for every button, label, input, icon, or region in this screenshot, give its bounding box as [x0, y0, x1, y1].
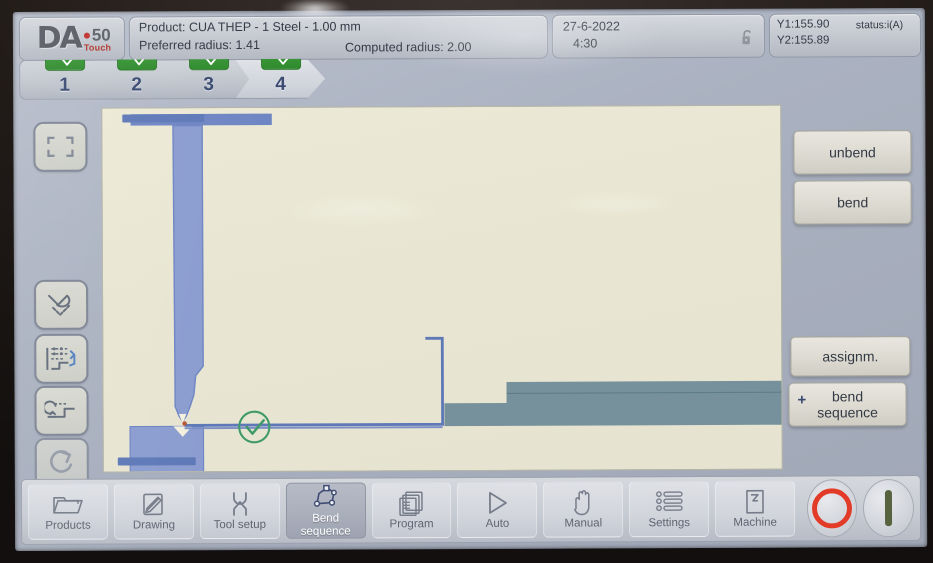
bend-step-tab-3-label: 3 — [203, 74, 214, 96]
taskbar-item-auto[interactable]: Auto — [457, 481, 538, 539]
start-button[interactable] — [863, 479, 915, 538]
unbend-button[interactable]: unbend — [793, 130, 912, 175]
bottom-taskbar: Products Drawing Tool setup Bend sequenc… — [20, 475, 922, 545]
sheet-metal-part — [184, 336, 445, 427]
play-triangle-icon — [484, 489, 510, 517]
taskbar-label-tool-setup: Tool setup — [213, 519, 267, 532]
product-info-panel[interactable]: Product: CUA THEP - 1 Steel - 1.00 mm Pr… — [128, 14, 549, 61]
taskbar-item-machine[interactable]: Machine — [715, 480, 796, 537]
taskbar-label-program: Program — [389, 518, 434, 531]
punch-tool — [172, 124, 204, 423]
y2-value: Y2:155.89 — [776, 34, 830, 47]
stacked-pages-icon — [397, 490, 425, 518]
assignment-button[interactable]: assignm. — [790, 336, 911, 377]
sheet-underside — [184, 426, 443, 430]
bend-step-tab-2-label: 2 — [131, 74, 142, 96]
datetime-panel[interactable]: 27-6-2022 4:30 — [551, 13, 766, 59]
bend-button[interactable]: bend — [793, 180, 912, 225]
logo-dot-icon — [83, 32, 90, 39]
bend-sequence-label-line1: bend — [831, 388, 864, 405]
right-action-panel: unbend bend assignm. + bend sequence — [787, 104, 917, 470]
bend-sequence-label-line2: sequence — [817, 404, 878, 421]
taskbar-item-drawing[interactable]: Drawing — [113, 483, 194, 540]
left-tool-strip — [27, 108, 99, 488]
taskbar-item-program[interactable]: Program — [371, 482, 452, 539]
taskbar-label-machine: Machine — [733, 517, 777, 530]
preferred-radius: Preferred radius: 1.41 — [138, 37, 260, 53]
hand-icon — [570, 489, 596, 517]
work-area: unbend bend assignm. + bend sequence — [27, 104, 917, 488]
taskbar-label-settings: Settings — [648, 517, 691, 530]
bend-simulation-canvas[interactable] — [101, 104, 783, 473]
bend-step-detail-icon[interactable] — [34, 333, 89, 384]
machine-screen: DA 50 Touch Product: CUA THEP - 1 Steel … — [12, 8, 928, 551]
ram-rail-top — [122, 114, 205, 123]
taskbar-label-products: Products — [45, 520, 91, 533]
bend-step-tab-1-label: 1 — [59, 74, 70, 96]
current-date: 27-6-2022 — [562, 19, 620, 34]
press-brake-side-view — [129, 113, 782, 472]
pencil-page-icon — [141, 491, 167, 519]
machine-page-icon — [743, 488, 767, 516]
brand-logo: DA 50 Touch — [18, 16, 126, 61]
taskbar-label-manual: Manual — [564, 517, 603, 531]
taskbar-item-products[interactable]: Products — [27, 483, 109, 540]
bend-step-tabs: 1 2 3 4 — [19, 59, 307, 100]
taskbar-item-manual[interactable]: Manual — [543, 481, 624, 538]
taskbar-label-bend-sequence: Bend sequence — [300, 513, 351, 538]
contact-point-marker — [182, 421, 187, 426]
current-time: 4:30 — [572, 36, 598, 51]
y1-value: Y1:155.90 — [776, 18, 830, 31]
polygon-nodes-icon — [311, 484, 341, 512]
plus-icon: + — [797, 391, 807, 409]
taskbar-item-bend-sequence[interactable]: Bend sequence — [285, 482, 366, 539]
flip-part-icon[interactable] — [33, 279, 89, 330]
header-bar: DA 50 Touch Product: CUA THEP - 1 Steel … — [18, 13, 922, 61]
view-fit-rectangle-icon[interactable] — [33, 121, 88, 172]
assignment-label: assignm. — [822, 348, 879, 365]
unlocked-padlock-icon[interactable] — [741, 29, 754, 49]
taskbar-label-auto: Auto — [485, 518, 510, 531]
unbend-label: unbend — [829, 144, 876, 161]
logo-subtitle: Touch — [83, 42, 112, 53]
emergency-stop-button[interactable] — [806, 479, 858, 538]
taskbar-item-tool-setup[interactable]: Tool setup — [199, 482, 280, 540]
taskbar-item-settings[interactable]: Settings — [629, 480, 710, 538]
computed-radius: Computed radius: 2.00 — [344, 39, 472, 55]
stop-ring-icon — [812, 488, 853, 529]
punch-die-icon — [226, 490, 254, 518]
add-bend-sequence-button[interactable]: + bend sequence — [788, 382, 907, 427]
logo-model: 50 — [83, 25, 111, 45]
start-bar-icon — [885, 490, 893, 527]
bend-label: bend — [837, 194, 869, 211]
sliders-icon — [654, 489, 684, 517]
product-name: Product: CUA THEP - 1 Steel - 1.00 mm — [138, 19, 361, 35]
backgauge-lower-finger — [444, 401, 782, 427]
taskbar-label-drawing: Drawing — [132, 519, 176, 532]
table-rail-bottom — [117, 457, 196, 466]
folder-icon — [52, 491, 84, 519]
logo-model-number: 50 — [91, 25, 111, 45]
status-badge: status:i(A) — [855, 19, 904, 32]
bend-step-tab-4-label: 4 — [275, 73, 286, 95]
axis-status-panel[interactable]: Y1:155.90 Y2:155.89 status:i(A) — [768, 13, 922, 58]
device-bezel: DA 50 Touch Product: CUA THEP - 1 Steel … — [0, 0, 933, 563]
logo-text: DA — [36, 20, 81, 56]
rotate-part-icon[interactable] — [34, 385, 89, 436]
